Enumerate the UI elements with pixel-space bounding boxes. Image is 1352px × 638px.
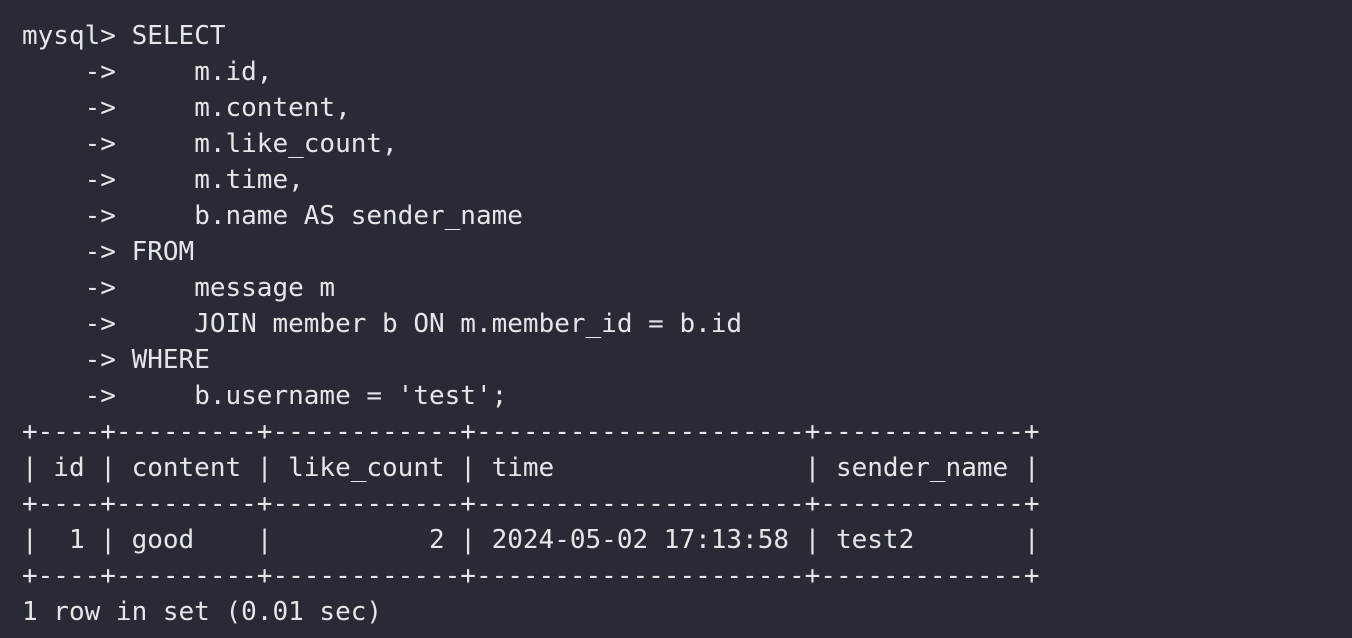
query-text: b.name AS sender_name: [131, 201, 523, 231]
query-line-8: -> message m: [22, 270, 1352, 306]
continuation-prompt: ->: [22, 237, 132, 267]
query-text: m.id,: [131, 57, 273, 87]
query-text: message m: [131, 273, 336, 303]
query-text: WHERE: [131, 345, 210, 375]
continuation-prompt: ->: [22, 345, 132, 375]
continuation-prompt: ->: [22, 309, 132, 339]
continuation-prompt: ->: [22, 273, 132, 303]
terminal-window[interactable]: mysql> SELECT -> m.id, -> m.content, -> …: [0, 0, 1352, 638]
query-line-2: -> m.id,: [22, 54, 1352, 90]
query-text: SELECT: [131, 21, 226, 51]
query-line-1: mysql> SELECT: [22, 18, 1352, 54]
continuation-prompt: ->: [22, 201, 132, 231]
continuation-prompt: ->: [22, 129, 132, 159]
continuation-prompt: ->: [22, 165, 132, 195]
query-text: b.username = 'test';: [131, 381, 508, 411]
result-footer: 1 row in set (0.01 sec): [22, 597, 383, 627]
mysql-prompt: mysql>: [22, 21, 132, 51]
query-text: m.time,: [131, 165, 304, 195]
query-line-5: -> m.time,: [22, 162, 1352, 198]
query-text: FROM: [131, 237, 195, 267]
query-text: m.content,: [131, 93, 351, 123]
continuation-prompt: ->: [22, 381, 132, 411]
query-line-4: -> m.like_count,: [22, 126, 1352, 162]
query-line-9: -> JOIN member b ON m.member_id = b.id: [22, 306, 1352, 342]
result-table-border-top: +----+---------+------------+-----------…: [22, 417, 1040, 447]
query-line-6: -> b.name AS sender_name: [22, 198, 1352, 234]
result-table-row: | 1 | good | 2 | 2024-05-02 17:13:58 | t…: [22, 525, 1040, 555]
query-line-11: -> b.username = 'test';: [22, 378, 1352, 414]
query-text: JOIN member b ON m.member_id = b.id: [131, 309, 743, 339]
result-table-border-bottom: +----+---------+------------+-----------…: [22, 561, 1040, 591]
query-line-3: -> m.content,: [22, 90, 1352, 126]
query-text: m.like_count,: [131, 129, 398, 159]
continuation-prompt: ->: [22, 57, 132, 87]
continuation-prompt: ->: [22, 93, 132, 123]
result-table-border-mid: +----+---------+------------+-----------…: [22, 489, 1040, 519]
result-table-header: | id | content | like_count | time | sen…: [22, 453, 1040, 483]
query-line-10: -> WHERE: [22, 342, 1352, 378]
query-line-7: -> FROM: [22, 234, 1352, 270]
